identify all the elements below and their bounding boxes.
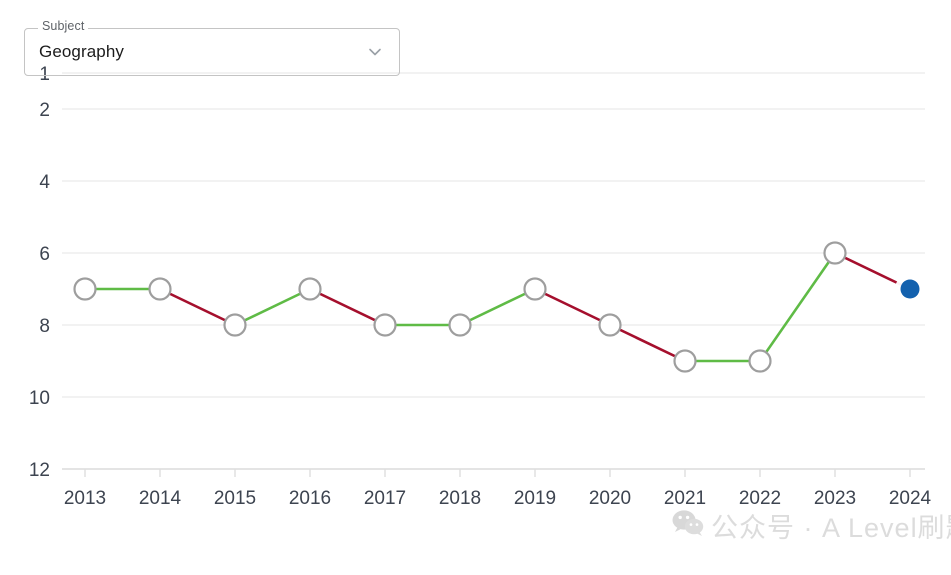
data-point-marker[interactable] xyxy=(223,313,247,337)
grade-trend-page: 1 2 4 6 8 10 12 2013 2014 2015 2016 2017 2018 2019 20… xyxy=(0,0,951,575)
data-point-marker[interactable] xyxy=(298,277,322,301)
data-point-marker[interactable] xyxy=(373,313,397,337)
x-tick-label: 2022 xyxy=(739,488,781,509)
chart-x-axis-labels: 2013 2014 2015 2016 2017 2018 2019 2020 2021 2022… xyxy=(64,488,932,509)
chart-svg: 124681012 2013 2014 2015 2016 2017 2018 2019 20… xyxy=(29,64,932,509)
data-point-marker[interactable] xyxy=(73,277,97,301)
data-point-marker[interactable] xyxy=(523,277,547,301)
line-segment xyxy=(533,287,612,327)
y-tick-label: 8 xyxy=(39,316,50,337)
line-segment xyxy=(308,287,387,327)
x-tick-label: 2023 xyxy=(814,488,856,509)
line-segment xyxy=(158,287,237,327)
current-year-data-point[interactable] xyxy=(900,279,920,299)
chart-y-axis-labels: 124681012 xyxy=(29,64,51,481)
data-point-marker[interactable] xyxy=(448,313,472,337)
grade-line-chart: 1 2 4 6 8 10 12 2013 2014 2015 2016 2017 2018 2019 20… xyxy=(0,0,951,575)
data-point-marker[interactable] xyxy=(148,277,172,301)
data-point-marker[interactable] xyxy=(673,349,697,373)
x-tick-label: 2020 xyxy=(589,488,631,509)
x-tick-label: 2021 xyxy=(664,488,706,509)
line-segment xyxy=(233,287,312,327)
chart-x-tickmarks xyxy=(84,469,911,477)
data-point-marker[interactable] xyxy=(598,313,622,337)
line-segment xyxy=(608,323,687,363)
subject-select[interactable]: Subject Geography xyxy=(24,20,400,76)
chart-gridlines xyxy=(62,72,925,470)
y-tick-label: 2 xyxy=(39,100,50,121)
y-tick-label: 10 xyxy=(29,388,50,409)
chevron-down-icon[interactable] xyxy=(362,28,388,76)
x-tick-label: 2017 xyxy=(364,488,406,509)
x-tick-label: 2013 xyxy=(64,488,106,509)
data-point-marker[interactable] xyxy=(748,349,772,373)
line-segment xyxy=(458,287,537,327)
line-segment xyxy=(758,251,837,363)
y-tick-label: 12 xyxy=(29,460,50,481)
subject-select-value: Geography xyxy=(39,42,125,61)
y-tick-label: 6 xyxy=(39,244,50,265)
x-tick-label: 2024 xyxy=(889,488,932,509)
x-tick-label: 2015 xyxy=(214,488,256,509)
x-tick-label: 2014 xyxy=(139,488,182,509)
x-tick-label: 2019 xyxy=(514,488,556,509)
chart-line-segments xyxy=(83,251,912,363)
x-tick-label: 2018 xyxy=(439,488,481,509)
x-tick-label: 2016 xyxy=(289,488,331,509)
data-point-marker[interactable] xyxy=(823,241,847,265)
y-tick-label: 4 xyxy=(39,172,50,193)
